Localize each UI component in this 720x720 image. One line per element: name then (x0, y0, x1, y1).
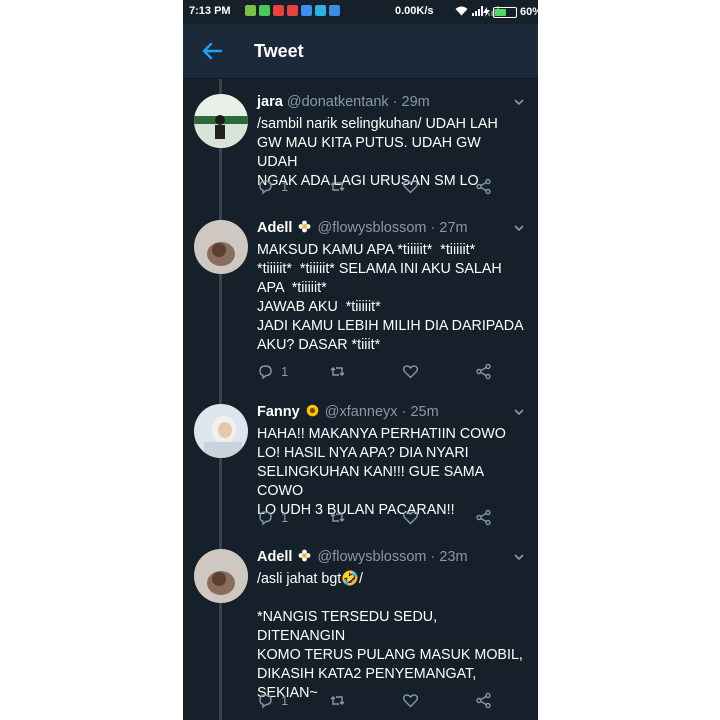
share-button[interactable] (475, 509, 492, 526)
reply-count: 1 (281, 179, 289, 194)
tweet-time: 27m (439, 220, 468, 236)
separator-dot: · (430, 220, 436, 236)
tweet-time: 29m (401, 94, 430, 110)
display-name[interactable]: jara (257, 94, 283, 110)
reply-icon (259, 511, 272, 526)
wifi-icon (455, 6, 468, 16)
chevron-down-icon[interactable] (513, 406, 525, 418)
tweet[interactable]: Adell @flowysblossom · 23m /asli jahat b… (183, 549, 538, 720)
app-notification-icon (259, 5, 270, 16)
tweet-header: Fanny @xfanneyx · 25m (257, 404, 439, 420)
reply-count: 1 (281, 364, 289, 379)
tweet-header: Adell @flowysblossom · 27m (257, 220, 468, 236)
separator-dot: · (430, 549, 436, 565)
battery-level-fill (495, 8, 506, 16)
avatar[interactable] (194, 94, 248, 148)
tweet-actions: 1 (257, 178, 517, 198)
app-notification-icon (315, 5, 326, 16)
like-button[interactable] (402, 178, 419, 195)
tweet-text: MAKSUD KAMU APA *tiiiiit* *tiiiiit* *tii… (257, 242, 524, 353)
tweet-header: jara @donatkentank · 29m (257, 94, 430, 110)
like-button[interactable] (402, 363, 419, 380)
tweet[interactable]: Fanny @xfanneyx · 25m HAHA!! MAKANYA PER… (183, 404, 538, 534)
share-icon (476, 692, 491, 709)
avatar[interactable] (194, 549, 248, 603)
share-button[interactable] (475, 178, 492, 195)
retweet-icon (330, 513, 345, 522)
heart-icon (402, 365, 419, 379)
display-name[interactable]: Adell (257, 549, 292, 565)
charging-bolt-icon (483, 7, 490, 17)
app-header: Tweet (183, 24, 538, 79)
share-button[interactable] (475, 363, 492, 380)
tweet[interactable]: Adell @flowysblossom · 27m MAKSUD KAMU A… (183, 220, 538, 390)
network-speed: 0.00K/s (395, 5, 434, 17)
battery-percent: 60% (520, 6, 538, 18)
separator-dot: · (401, 404, 407, 420)
heart-icon (402, 694, 419, 708)
tweet-actions: 1 (257, 692, 517, 712)
user-handle[interactable]: @flowysblossom (318, 549, 427, 565)
reply-button[interactable]: 1 (257, 363, 288, 380)
battery-icon (493, 6, 517, 18)
chevron-down-icon[interactable] (513, 551, 525, 563)
share-icon (476, 363, 491, 380)
tweet-header: Adell @flowysblossom · 23m (257, 549, 468, 565)
user-handle[interactable]: @donatkentank (287, 94, 389, 110)
heart-icon (402, 511, 419, 525)
share-icon (476, 509, 491, 526)
share-button[interactable] (475, 692, 492, 709)
display-name[interactable]: Adell (257, 220, 292, 236)
status-time: 7:13 PM (189, 5, 231, 17)
reply-count: 1 (281, 510, 289, 525)
battery-indicator: 60% (483, 6, 538, 18)
retweet-button[interactable] (329, 178, 346, 195)
chevron-down-icon[interactable] (513, 222, 525, 234)
reply-button[interactable]: 1 (257, 509, 288, 526)
tweet-text: HAHA!! MAKANYA PERHATIIN COWO LO! HASIL … (257, 426, 506, 518)
tweet[interactable]: jara @donatkentank · 29m /sambil narik s… (183, 94, 538, 209)
tweet-text: /asli jahat bgt🤣/ *NANGIS TERSEDU SEDU, … (257, 571, 523, 701)
reply-icon (259, 180, 272, 195)
avatar[interactable] (194, 220, 248, 274)
arrow-left-icon[interactable] (199, 38, 225, 64)
app-notification-icon (273, 5, 284, 16)
user-handle[interactable]: @xfanneyx (325, 404, 398, 420)
reply-icon (259, 694, 272, 709)
like-button[interactable] (402, 509, 419, 526)
retweet-icon (330, 367, 345, 376)
heart-icon (402, 180, 419, 194)
page-title: Tweet (254, 41, 304, 61)
retweet-icon (330, 696, 345, 705)
reply-count: 1 (281, 693, 289, 708)
share-icon (476, 178, 491, 195)
blossom-emoji-icon (299, 549, 311, 562)
tweet-time: 23m (439, 549, 468, 565)
app-notification-icon (245, 5, 256, 16)
separator-dot: · (392, 94, 398, 110)
sunflower-emoji-icon (306, 404, 319, 417)
app-notification-icon (301, 5, 312, 16)
chevron-down-icon[interactable] (513, 96, 525, 108)
app-notification-icon (287, 5, 298, 16)
avatar[interactable] (194, 404, 248, 458)
retweet-button[interactable] (329, 509, 346, 526)
retweet-button[interactable] (329, 692, 346, 709)
display-name[interactable]: Fanny (257, 404, 300, 420)
user-handle[interactable]: @flowysblossom (318, 220, 427, 236)
retweet-button[interactable] (329, 363, 346, 380)
reply-icon (259, 365, 272, 380)
reply-button[interactable]: 1 (257, 178, 288, 195)
tweet-actions: 1 (257, 509, 517, 529)
reply-button[interactable]: 1 (257, 692, 288, 709)
tweet-actions: 1 (257, 363, 517, 383)
phone-screen: 7:13 PM 0.00K/s 60 Tweet jara @donatkent… (183, 0, 538, 720)
tweet-time: 25m (410, 404, 439, 420)
status-bar: 7:13 PM 0.00K/s 60 (183, 0, 538, 24)
blossom-emoji-icon (299, 220, 311, 233)
notification-icons (245, 5, 340, 16)
app-notification-icon (329, 5, 340, 16)
retweet-icon (330, 182, 345, 191)
like-button[interactable] (402, 692, 419, 709)
